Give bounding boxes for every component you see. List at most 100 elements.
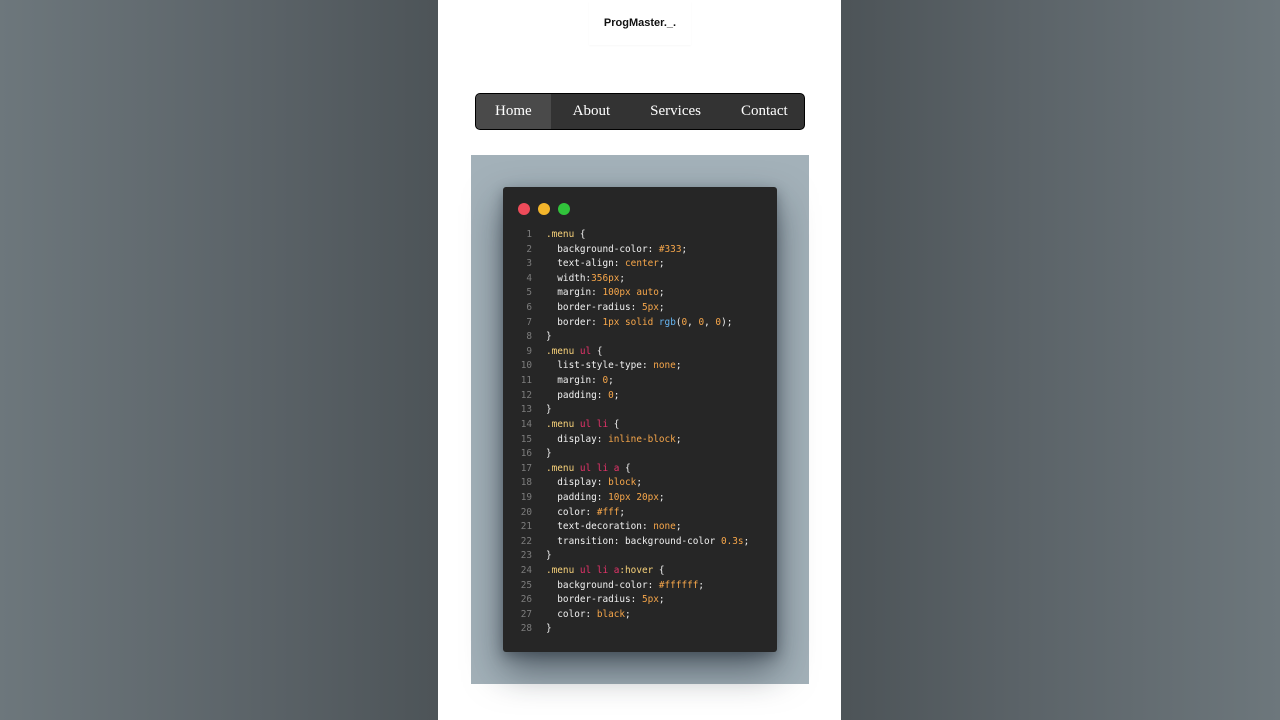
line-number: 4	[526, 272, 532, 284]
code-token: border-radius:	[546, 302, 642, 314]
code-token: 5px	[641, 302, 659, 314]
line-number: 12	[520, 389, 532, 401]
code-window: 1 .menu {2 background-color: #333; 3 text-…	[503, 187, 777, 652]
code-line: 21 text-decoration: none;	[503, 520, 777, 535]
code-token: text-decoration:	[546, 521, 654, 533]
code-token: 356px	[591, 272, 620, 284]
code-token: .menu	[546, 462, 580, 474]
code-token: .menu	[546, 418, 580, 430]
code-line: 8}	[503, 330, 777, 345]
code-line: 10 list-style-type: none;	[503, 359, 777, 374]
line-number: 8	[526, 331, 532, 343]
code-text: background-color: #333;	[532, 243, 687, 258]
code-token: #ffffff	[658, 579, 699, 591]
code-text: .menu {	[532, 228, 586, 243]
code-token: {	[619, 462, 631, 474]
code-token: #fff	[596, 506, 620, 518]
nav-menu: Home About Services Contact	[475, 93, 805, 130]
code-line: 20 color: #fff;	[503, 506, 777, 521]
code-text: }	[532, 622, 552, 637]
nav-link-home[interactable]: Home	[476, 94, 551, 129]
code-token: ;	[658, 258, 665, 270]
code-line: 26 border-radius: 5px;	[503, 593, 777, 608]
line-number: 18	[520, 477, 532, 489]
nav-item-contact: Contact	[722, 94, 804, 129]
nav-list: Home About Services Contact	[476, 94, 804, 129]
line-number: 24	[520, 565, 532, 577]
code-token: ;	[675, 521, 682, 533]
code-text: background-color: #ffffff;	[532, 579, 704, 594]
line-number: 9	[526, 345, 532, 357]
line-number: 5	[526, 287, 532, 299]
code-token: text-align:	[546, 258, 626, 270]
code-token: ;	[608, 375, 614, 387]
line-number: 23	[520, 550, 532, 562]
line-number: 28	[520, 623, 532, 635]
nav-link-about[interactable]: About	[551, 94, 631, 129]
code-token: rgb	[658, 316, 676, 328]
code-token: ;	[681, 243, 688, 255]
code-text: margin: 0;	[532, 374, 614, 389]
code-text: transition: background-color 0.3s;	[532, 535, 749, 550]
code-text: }	[532, 403, 552, 418]
line-number: 20	[520, 506, 532, 518]
code-token: );	[721, 316, 733, 328]
code-token: padding:	[546, 491, 609, 503]
code-text: display: inline-block;	[532, 433, 681, 448]
nav-link-contact[interactable]: Contact	[722, 94, 804, 129]
code-token: ;	[658, 287, 665, 299]
brand-label: ProgMaster._.	[589, 1, 691, 45]
code-token: ;	[619, 506, 626, 518]
code-line: 23}	[503, 549, 777, 564]
code-token: ;	[658, 302, 665, 314]
nav-link-services[interactable]: Services	[630, 94, 722, 129]
code-token: display:	[546, 433, 609, 445]
line-number: 6	[526, 302, 532, 314]
code-token: {	[574, 229, 586, 240]
code-token: ;	[658, 491, 665, 503]
code-token: ,	[704, 316, 716, 328]
line-number: 10	[520, 360, 532, 372]
code-token: background-color:	[546, 579, 659, 591]
nav-item-services: Services	[630, 94, 722, 129]
code-token: margin:	[546, 375, 603, 387]
line-number: 3	[526, 258, 532, 270]
code-token: .menu	[546, 565, 580, 577]
line-number: 27	[520, 608, 532, 620]
code-line: 25 background-color: #ffffff;	[503, 579, 777, 594]
code-line: 9 .menu ul {	[503, 345, 777, 360]
code-token: :hover	[619, 565, 654, 577]
code-token: border:	[546, 316, 603, 328]
code-token: none	[653, 360, 676, 372]
line-number: 19	[520, 491, 532, 503]
code-token: ;	[636, 477, 642, 489]
nav-item-about: About	[551, 94, 631, 129]
code-line: 3 text-align: center;	[503, 257, 777, 272]
code-token: 0.3s	[720, 535, 744, 547]
code-token: ,	[687, 316, 699, 328]
code-token: padding:	[546, 389, 609, 401]
code-token: ul li a	[579, 462, 620, 474]
code-token: }	[546, 550, 552, 562]
code-line: 22 transition: background-color 0.3s;	[503, 535, 777, 550]
code-text: border: 1px solid rgb(0, 0, 0);	[532, 316, 732, 331]
code-token: ;	[743, 535, 750, 547]
line-number: 2	[526, 243, 532, 255]
code-token: }	[546, 404, 552, 416]
line-number: 16	[520, 448, 532, 460]
code-token: border-radius:	[546, 594, 642, 606]
code-token: #333	[658, 243, 682, 255]
code-token: ;	[675, 433, 682, 445]
code-block: 1 .menu {2 background-color: #333; 3 text-…	[503, 228, 777, 637]
code-text: list-style-type: none;	[532, 359, 681, 374]
code-text: .menu ul li a {	[532, 462, 631, 477]
code-text: .menu ul {	[532, 345, 602, 360]
line-number: 11	[520, 375, 532, 387]
code-text: padding: 0;	[532, 389, 619, 404]
code-token: .menu	[546, 345, 580, 357]
code-text: border-radius: 5px;	[532, 301, 665, 316]
code-token: display:	[546, 477, 609, 489]
code-token: ;	[619, 272, 626, 284]
line-number: 17	[520, 462, 532, 474]
code-token: }	[546, 623, 552, 635]
